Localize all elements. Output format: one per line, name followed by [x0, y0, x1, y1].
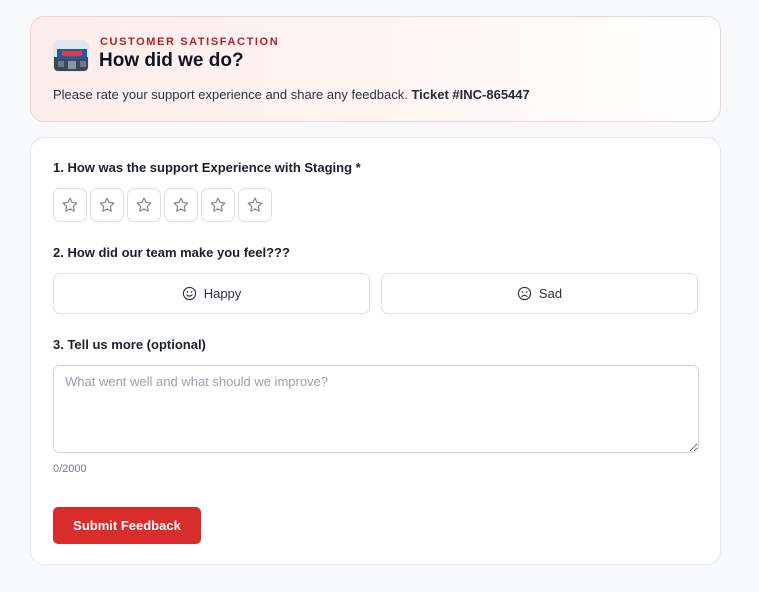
sad-button[interactable]: Sad	[381, 273, 698, 314]
page-title: How did we do?	[99, 50, 244, 71]
star-icon	[62, 197, 78, 212]
page-subtitle: Please rate your support experience and …	[53, 87, 530, 102]
happy-label: Happy	[203, 286, 242, 301]
star-button-1[interactable]	[53, 188, 87, 222]
sad-label: Sad	[538, 286, 563, 301]
company-logo	[53, 40, 89, 72]
question-1-label: 1. How was the support Experience with S…	[53, 160, 361, 175]
star-button-2[interactable]	[90, 188, 124, 222]
feedback-form: 1. How was the support Experience with S…	[30, 137, 721, 565]
question-2-label: 2. How did our team make you feel???	[53, 245, 290, 260]
star-icon	[247, 197, 263, 212]
star-icon	[210, 197, 226, 212]
star-icon	[136, 197, 152, 212]
smile-icon	[182, 286, 196, 301]
character-counter: 0/2000	[53, 463, 87, 475]
ticket-id: Ticket #INC-865447	[411, 87, 530, 102]
question-3-label: 3. Tell us more (optional)	[53, 337, 206, 352]
star-button-6[interactable]	[238, 188, 272, 222]
star-button-5[interactable]	[201, 188, 235, 222]
header-card: CUSTOMER SATISFACTION How did we do? Ple…	[30, 16, 721, 122]
star-rating	[53, 188, 272, 222]
frown-icon	[517, 286, 532, 301]
page-kicker: CUSTOMER SATISFACTION	[100, 36, 280, 48]
happy-button[interactable]: Happy	[53, 273, 370, 314]
star-icon	[99, 197, 115, 212]
submit-feedback-button[interactable]: Submit Feedback	[53, 507, 201, 544]
subtitle-text: Please rate your support experience and …	[53, 87, 408, 102]
star-button-3[interactable]	[127, 188, 161, 222]
star-icon	[173, 197, 189, 212]
feedback-textarea[interactable]	[53, 365, 699, 453]
star-button-4[interactable]	[164, 188, 198, 222]
